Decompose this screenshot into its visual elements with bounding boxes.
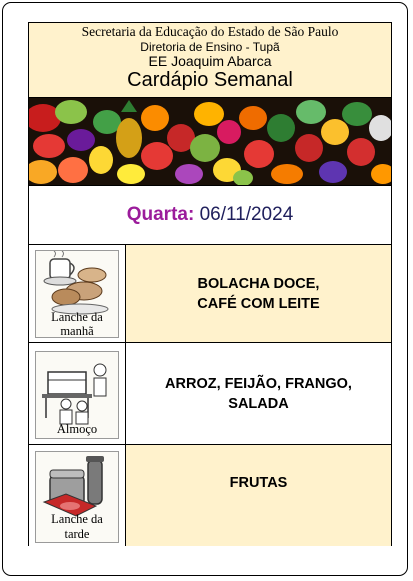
meal-caption: Almoço	[56, 422, 98, 436]
menu-sheet: Secretaria da Educação do Estado de São …	[28, 22, 392, 546]
fruits-vegetables-image	[29, 98, 391, 185]
meal-icon-cell: Almoço	[29, 343, 126, 444]
food-line: BOLACHA DOCE,	[197, 275, 320, 292]
meal-icon-cell: Lanche da tarde	[29, 445, 126, 546]
menu-header: Secretaria da Educação do Estado de São …	[29, 23, 391, 98]
day-date: 06/11/2024	[199, 204, 294, 225]
meal-row-morning-snack: Lanche da manhã BOLACHA DOCE, CAFÉ COM L…	[29, 245, 391, 343]
food-line: ARROZ, FEIJÃO, FRANGO,	[165, 375, 352, 392]
meal-row-afternoon-snack: Lanche da tarde FRUTAS	[29, 445, 391, 546]
page-title: Cardápio Semanal	[127, 69, 293, 91]
header-diretoria: Diretoria de Ensino - Tupã	[140, 40, 280, 54]
day-label: Quarta:	[126, 204, 195, 225]
meal-caption-2: manhã	[60, 324, 94, 338]
fruits-vegetables-banner	[29, 98, 391, 186]
meal-food: FRUTAS	[126, 445, 391, 546]
food-line: CAFÉ COM LEITE	[197, 295, 320, 312]
meal-caption-2: tarde	[64, 527, 90, 541]
meal-icon-cell: Lanche da manhã	[29, 245, 126, 342]
meal-row-lunch: Almoço ARROZ, FEIJÃO, FRANGO, SALADA	[29, 343, 391, 445]
meal-food: BOLACHA DOCE, CAFÉ COM LEITE	[126, 245, 391, 342]
food-line: SALADA	[228, 395, 289, 412]
header-secretaria: Secretaria da Educação do Estado de São …	[81, 24, 339, 39]
meal-food: ARROZ, FEIJÃO, FRANGO, SALADA	[126, 343, 391, 444]
meal-caption: Lanche da	[51, 310, 103, 324]
meal-caption: Lanche da	[51, 512, 103, 526]
food-line: FRUTAS	[229, 475, 288, 491]
header-school: EE Joaquim Abarca	[148, 53, 272, 69]
day-row: Quarta: 06/11/2024	[29, 186, 391, 245]
